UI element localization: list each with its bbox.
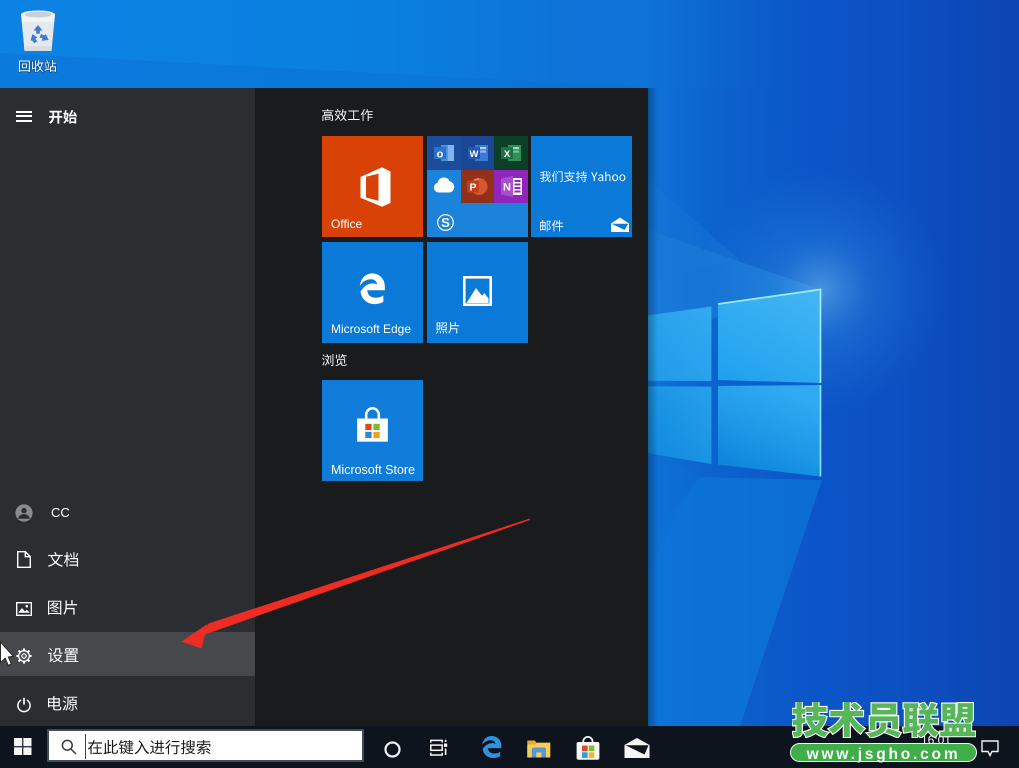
svg-text:W: W: [470, 149, 479, 160]
svg-text:N: N: [503, 182, 511, 194]
svg-text:P: P: [469, 182, 476, 194]
svg-text:X: X: [504, 149, 511, 160]
svg-text:o: o: [437, 149, 444, 161]
svg-text:S: S: [441, 215, 450, 230]
